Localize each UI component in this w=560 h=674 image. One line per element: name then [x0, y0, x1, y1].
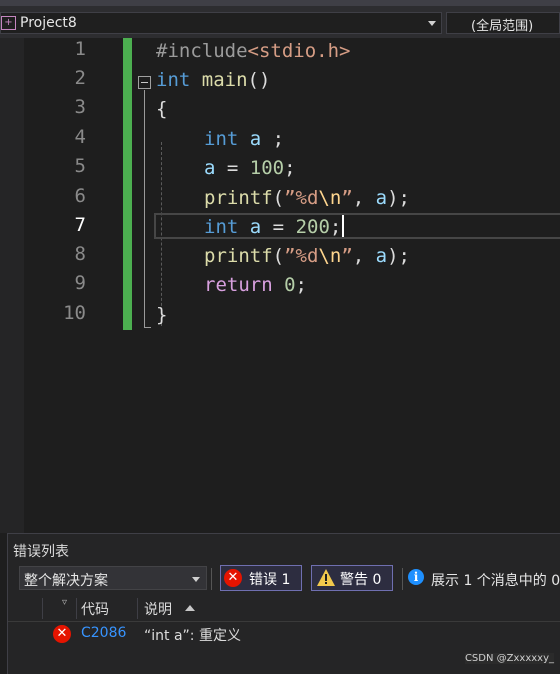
chevron-down-icon [192, 577, 200, 582]
error-icon: ✕ [224, 569, 242, 587]
fold-region-line [144, 90, 145, 328]
toolbar-separator [402, 568, 403, 590]
column-header-description[interactable]: 说明 [144, 599, 172, 619]
messages-filter-label[interactable]: 展示 1 个消息中的 0 [431, 570, 560, 590]
error-list-toolbar: 整个解决方案 ✕ 错误 1 警告 0 i 展示 1 个消息中的 0 [8, 564, 560, 594]
title-strip [0, 0, 560, 6]
error-code-link[interactable]: C2086 [81, 625, 126, 641]
toolbar-separator [211, 568, 212, 590]
panel-title: 错误列表 [13, 544, 69, 560]
code-line-2: int main() [156, 69, 271, 91]
table-row[interactable]: ✕ C2086 “int a”: 重定义 [8, 622, 560, 646]
project-name: Project8 [20, 15, 77, 31]
line-number: 10 [63, 302, 86, 324]
code-line-1: #include<stdio.h> [156, 40, 351, 62]
scope-select-value: 整个解决方案 [24, 573, 108, 589]
column-divider [42, 598, 43, 619]
info-icon[interactable]: i [408, 569, 424, 585]
code-line-5: a = 100; [204, 157, 296, 179]
errors-filter-label: 错误 1 [249, 572, 291, 588]
line-number: 6 [74, 185, 86, 207]
line-number: 2 [74, 67, 86, 89]
code-line-7: int a = 200; [204, 214, 345, 240]
errors-filter-button[interactable]: ✕ 错误 1 [220, 565, 302, 591]
watermark: CSDN @Zxxxxxy_ [464, 653, 554, 664]
code-editor[interactable]: 1 2 3 4 5 6 7 8 9 10 #include<stdio.h> i… [0, 38, 560, 533]
warnings-filter-button[interactable]: 警告 0 [311, 565, 393, 591]
editor-margin [0, 38, 24, 533]
chevron-down-icon [428, 21, 436, 26]
error-icon: ✕ [53, 625, 71, 643]
line-number: 5 [74, 155, 86, 177]
solution-scope-select[interactable]: 整个解决方案 [19, 566, 207, 590]
navigation-bar: + Project8 (全局范围) [0, 0, 560, 39]
code-line-4: int a ; [204, 128, 285, 150]
text-caret [342, 215, 345, 237]
code-line-8: printf(”%d\n”, a); [204, 245, 410, 267]
warning-icon [317, 569, 335, 586]
column-header-code[interactable]: 代码 [81, 599, 109, 619]
collapse-icon[interactable] [138, 76, 151, 89]
sort-ascending-icon [185, 605, 195, 611]
code-line-3: { [156, 98, 168, 120]
scope-dropdown[interactable]: (全局范围) [446, 12, 560, 34]
code-line-6: printf(”%d\n”, a); [204, 187, 410, 209]
warnings-filter-label: 警告 0 [340, 572, 382, 588]
error-list-header: ▿ 代码 说明 [8, 596, 560, 622]
line-number: 1 [74, 38, 86, 60]
error-description: “int a”: 重定义 [144, 628, 241, 644]
column-divider [76, 598, 77, 619]
line-number-current: 7 [74, 214, 86, 236]
column-divider [137, 598, 138, 619]
code-line-10: } [156, 304, 168, 326]
filter-icon[interactable]: ▿ [62, 597, 67, 608]
project-icon: + [1, 16, 16, 30]
line-number: 3 [74, 96, 86, 118]
scope-label: (全局范围) [471, 19, 534, 34]
fold-region-end [144, 327, 151, 328]
change-tracking-bar [123, 38, 132, 330]
project-dropdown[interactable]: + Project8 [0, 12, 442, 34]
code-line-9: return 0; [204, 274, 307, 296]
line-number: 8 [74, 243, 86, 265]
line-number: 9 [74, 272, 86, 294]
line-number: 4 [74, 126, 86, 148]
